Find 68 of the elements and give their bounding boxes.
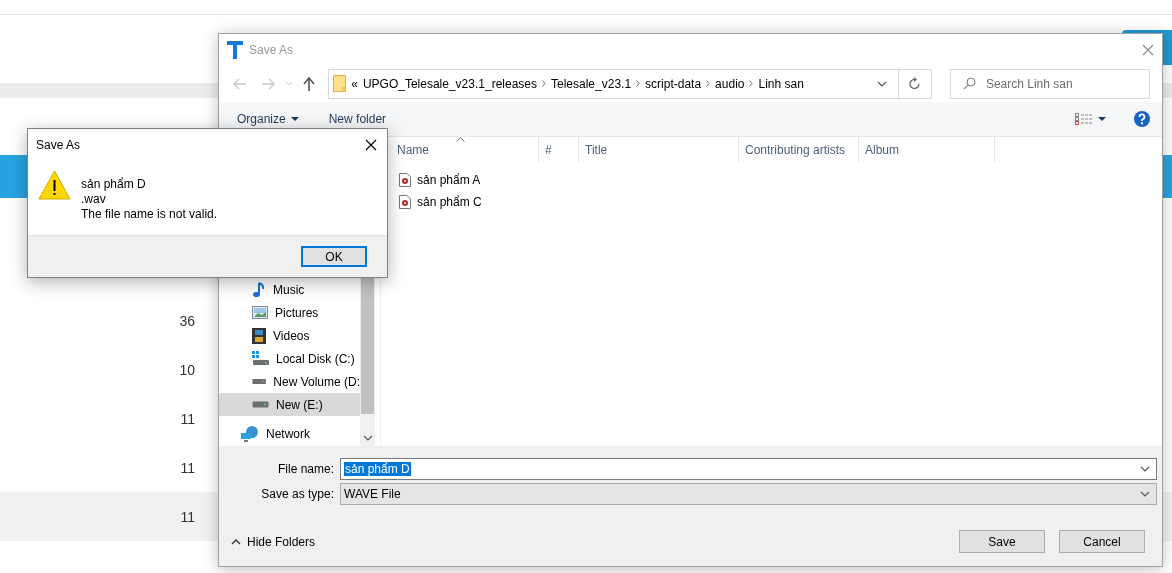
search-icon (962, 77, 976, 90)
nav-item[interactable]: Music (219, 278, 360, 301)
file-name[interactable]: sản phẩm A (417, 172, 481, 187)
chevron-down-icon (1140, 491, 1150, 497)
column-header[interactable]: # (539, 137, 579, 162)
hide-folders-button[interactable]: Hide Folders (231, 534, 316, 549)
music-note-icon (252, 281, 266, 298)
address-bar[interactable]: « UPGO_Telesale_v23.1_releases Telesale_v23.1 script-data audio Linh san (328, 68, 932, 99)
film-icon (252, 327, 266, 344)
column-header[interactable]: Title (579, 137, 739, 162)
search-field[interactable]: Search Linh san (949, 68, 1150, 99)
network-icon (241, 425, 259, 442)
table-cell: 10 (179, 361, 195, 378)
audio-file-icon (399, 172, 411, 187)
audio-file-icon (399, 194, 411, 209)
cancel-button[interactable]: Cancel (1059, 530, 1145, 553)
column-header[interactable]: Album (859, 137, 995, 162)
chevron-right-icon (542, 80, 546, 87)
close-icon[interactable] (365, 139, 377, 151)
drive-icon (252, 401, 269, 408)
breadcrumb[interactable]: Telesale_v23.1 (551, 76, 632, 91)
nav-item[interactable]: Network (219, 422, 360, 445)
overflow-mark[interactable]: « (351, 76, 358, 91)
organize-button[interactable]: Organize (237, 112, 299, 126)
breadcrumb[interactable]: Linh san (758, 76, 804, 91)
up-arrow-icon[interactable] (303, 76, 316, 91)
app-logo-icon (227, 40, 243, 59)
file-type-dropdown[interactable]: WAVE File (340, 483, 1157, 505)
picture-icon (252, 306, 268, 319)
ok-button[interactable]: OK (301, 246, 367, 267)
nav-item[interactable]: Videos (219, 324, 360, 347)
drive-icon (252, 351, 269, 366)
dialog-title: Save As (36, 138, 82, 152)
table-cell: 36 (179, 312, 195, 329)
caret-icon (290, 117, 299, 121)
file-name-field[interactable]: sản phẩm D (340, 458, 1157, 480)
window-title: Save As (249, 42, 295, 57)
table-cell: 11 (180, 508, 195, 525)
chevron-down-icon (1140, 466, 1150, 472)
chevron-right-icon (706, 80, 711, 87)
breadcrumb[interactable]: script-data (645, 76, 702, 91)
drive-icon (252, 378, 267, 385)
nav-item[interactable]: New Volume (D: (219, 370, 360, 393)
refresh-icon[interactable] (908, 77, 921, 90)
chevron-down-icon (362, 435, 373, 441)
chevron-right-icon (636, 80, 641, 87)
chevron-up-icon (231, 538, 241, 545)
field-label: File name: (276, 462, 335, 476)
nav-item[interactable]: Local Disk (C:) (219, 347, 360, 370)
table-cell: 11 (180, 459, 195, 476)
new-folder-button[interactable]: New folder (328, 112, 387, 126)
help-icon[interactable] (1134, 111, 1150, 127)
file-name[interactable]: sản phẩm C (417, 194, 482, 209)
breadcrumb[interactable]: UPGO_Telesale_v23.1_releases (362, 76, 537, 91)
table-cell: 11 (180, 410, 195, 427)
warning-icon (38, 170, 71, 200)
breadcrumb[interactable]: audio (715, 76, 745, 91)
nav-item[interactable]: New (E:) (219, 393, 360, 416)
chevron-right-icon (749, 80, 754, 87)
nav-item[interactable]: Pictures (219, 301, 360, 324)
chevron-down-icon (876, 80, 887, 87)
folder-icon (333, 75, 347, 92)
view-options-button[interactable] (1075, 113, 1106, 125)
save-button[interactable]: Save (959, 530, 1045, 553)
column-header[interactable]: Contributing artists (739, 137, 859, 162)
field-label: Save as type: (260, 487, 335, 501)
error-message: sản phẩm D .wav The file name is not valid. (81, 176, 218, 222)
caret-icon (1098, 117, 1106, 121)
